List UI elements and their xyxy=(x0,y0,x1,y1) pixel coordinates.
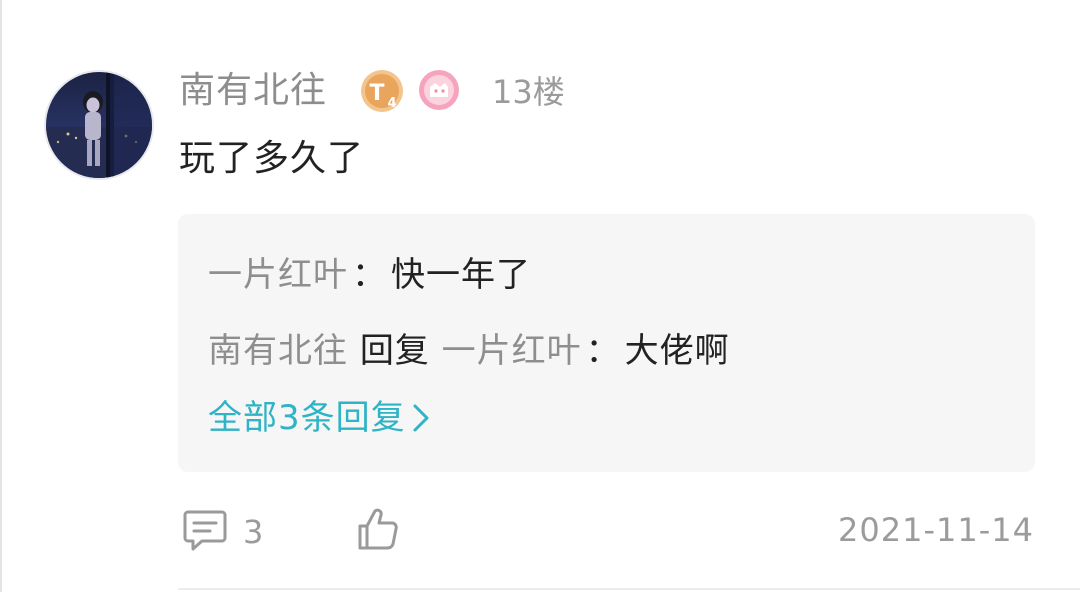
reply-target[interactable]: 一片红叶 xyxy=(442,331,582,371)
view-all-replies-label: 全部3条回复 xyxy=(208,398,406,438)
replies-box[interactable]: 一片红叶：快一年了 南有北往 回复 一片红叶：大佬啊 全部3条回复 xyxy=(178,214,1035,472)
anniversary-badge-icon xyxy=(416,67,462,113)
comment-card: 南有北往 T 4 13楼 玩了多久了 一片红叶：快一年了 南有北往 回复 一片红… xyxy=(0,0,1080,592)
comment-icon[interactable] xyxy=(182,508,228,552)
chevron-right-icon xyxy=(413,404,429,432)
username[interactable]: 南有北往 xyxy=(179,68,327,114)
view-all-replies-link[interactable]: 全部3条回复 xyxy=(208,395,430,441)
reply-author[interactable]: 南有北往 xyxy=(208,331,348,371)
level-badge-icon: T 4 xyxy=(358,67,406,115)
avatar[interactable] xyxy=(46,72,152,178)
reply-item[interactable]: 南有北往 回复 一片红叶：大佬啊 xyxy=(208,328,730,374)
svg-text:4: 4 xyxy=(387,96,396,111)
reply-item[interactable]: 一片红叶：快一年了 xyxy=(208,252,531,298)
avatar-image xyxy=(46,72,152,178)
comment-body: 玩了多久了 xyxy=(179,138,365,179)
left-edge-divider xyxy=(0,0,2,592)
thumbs-up-icon[interactable] xyxy=(356,506,400,552)
post-date: 2021-11-14 xyxy=(838,511,1034,549)
reply-separator: ： xyxy=(352,255,387,295)
bottom-divider xyxy=(178,588,1080,590)
reply-author[interactable]: 一片红叶 xyxy=(208,255,348,295)
reply-text: 大佬啊 xyxy=(624,331,730,371)
svg-text:T: T xyxy=(369,81,384,106)
reply-text: 快一年了 xyxy=(391,255,531,295)
floor-number: 13楼 xyxy=(492,73,565,111)
comment-count: 3 xyxy=(243,513,264,551)
reply-separator: ： xyxy=(585,331,621,371)
reply-action: 回复 xyxy=(359,331,430,371)
